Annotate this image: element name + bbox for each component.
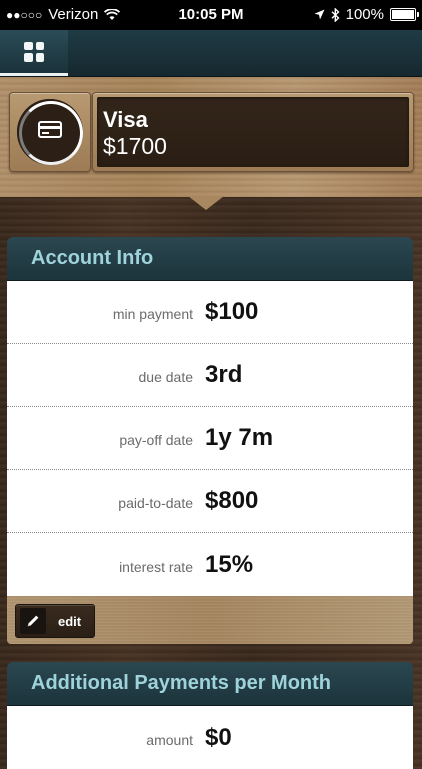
status-bar: ●●○○○ Verizon 10:05 PM 100% xyxy=(0,0,422,30)
card-name: Visa xyxy=(103,107,148,132)
battery-icon xyxy=(390,8,419,21)
account-info-header: Account Info xyxy=(7,237,413,281)
account-info-rows: min payment $100 due date 3rd pay-off da… xyxy=(7,281,413,596)
section-title: Account Info xyxy=(31,247,154,269)
row-label: min payment xyxy=(112,306,193,322)
row-value: 1y 7m xyxy=(205,424,274,451)
location-icon xyxy=(314,9,325,20)
header-pointer xyxy=(188,196,224,210)
row-interest-rate: interest rate 15% xyxy=(7,533,413,596)
card-name-panel[interactable]: Visa $1700 xyxy=(92,92,414,172)
section-title: Additional Payments per Month xyxy=(31,672,332,694)
card-icon-frame[interactable] xyxy=(9,92,91,172)
row-label: pay-off date xyxy=(119,432,193,448)
edit-bar: edit xyxy=(7,596,413,644)
bluetooth-icon xyxy=(331,7,340,22)
row-value: $800 xyxy=(205,487,259,514)
row-pay-off-date: pay-off date 1y 7m xyxy=(7,407,413,470)
row-min-payment: min payment $100 xyxy=(7,281,413,344)
additional-payments-header: Additional Payments per Month xyxy=(7,662,413,706)
nav-bar xyxy=(0,30,422,77)
row-label: paid-to-date xyxy=(118,495,193,511)
row-amount: amount $0 xyxy=(7,706,413,769)
row-paid-to-date: paid-to-date $800 xyxy=(7,470,413,533)
row-label: due date xyxy=(138,369,194,385)
card-amount: $1700 xyxy=(103,133,167,159)
grid-icon xyxy=(24,41,44,62)
row-label: interest rate xyxy=(119,558,193,575)
pencil-icon xyxy=(20,608,46,634)
edit-button[interactable]: edit xyxy=(15,604,95,638)
additional-payments-section: Additional Payments per Month amount $0 xyxy=(7,662,413,769)
row-due-date: due date 3rd xyxy=(7,344,413,407)
row-value: $100 xyxy=(205,298,259,325)
row-value: 3rd xyxy=(205,361,243,388)
row-value: $0 xyxy=(205,723,232,751)
row-value: 15% xyxy=(205,550,254,578)
account-info-section: Account Info min payment $100 due date 3… xyxy=(7,237,413,644)
additional-payments-rows: amount $0 xyxy=(7,706,413,769)
menu-button[interactable] xyxy=(0,30,68,76)
battery-level xyxy=(392,10,414,19)
status-right: 100% xyxy=(314,6,419,23)
edit-label: edit xyxy=(58,613,82,629)
row-label: amount xyxy=(146,731,193,748)
progress-ring xyxy=(17,99,83,165)
credit-card-icon xyxy=(38,121,62,138)
battery-percent: 100% xyxy=(345,6,384,23)
